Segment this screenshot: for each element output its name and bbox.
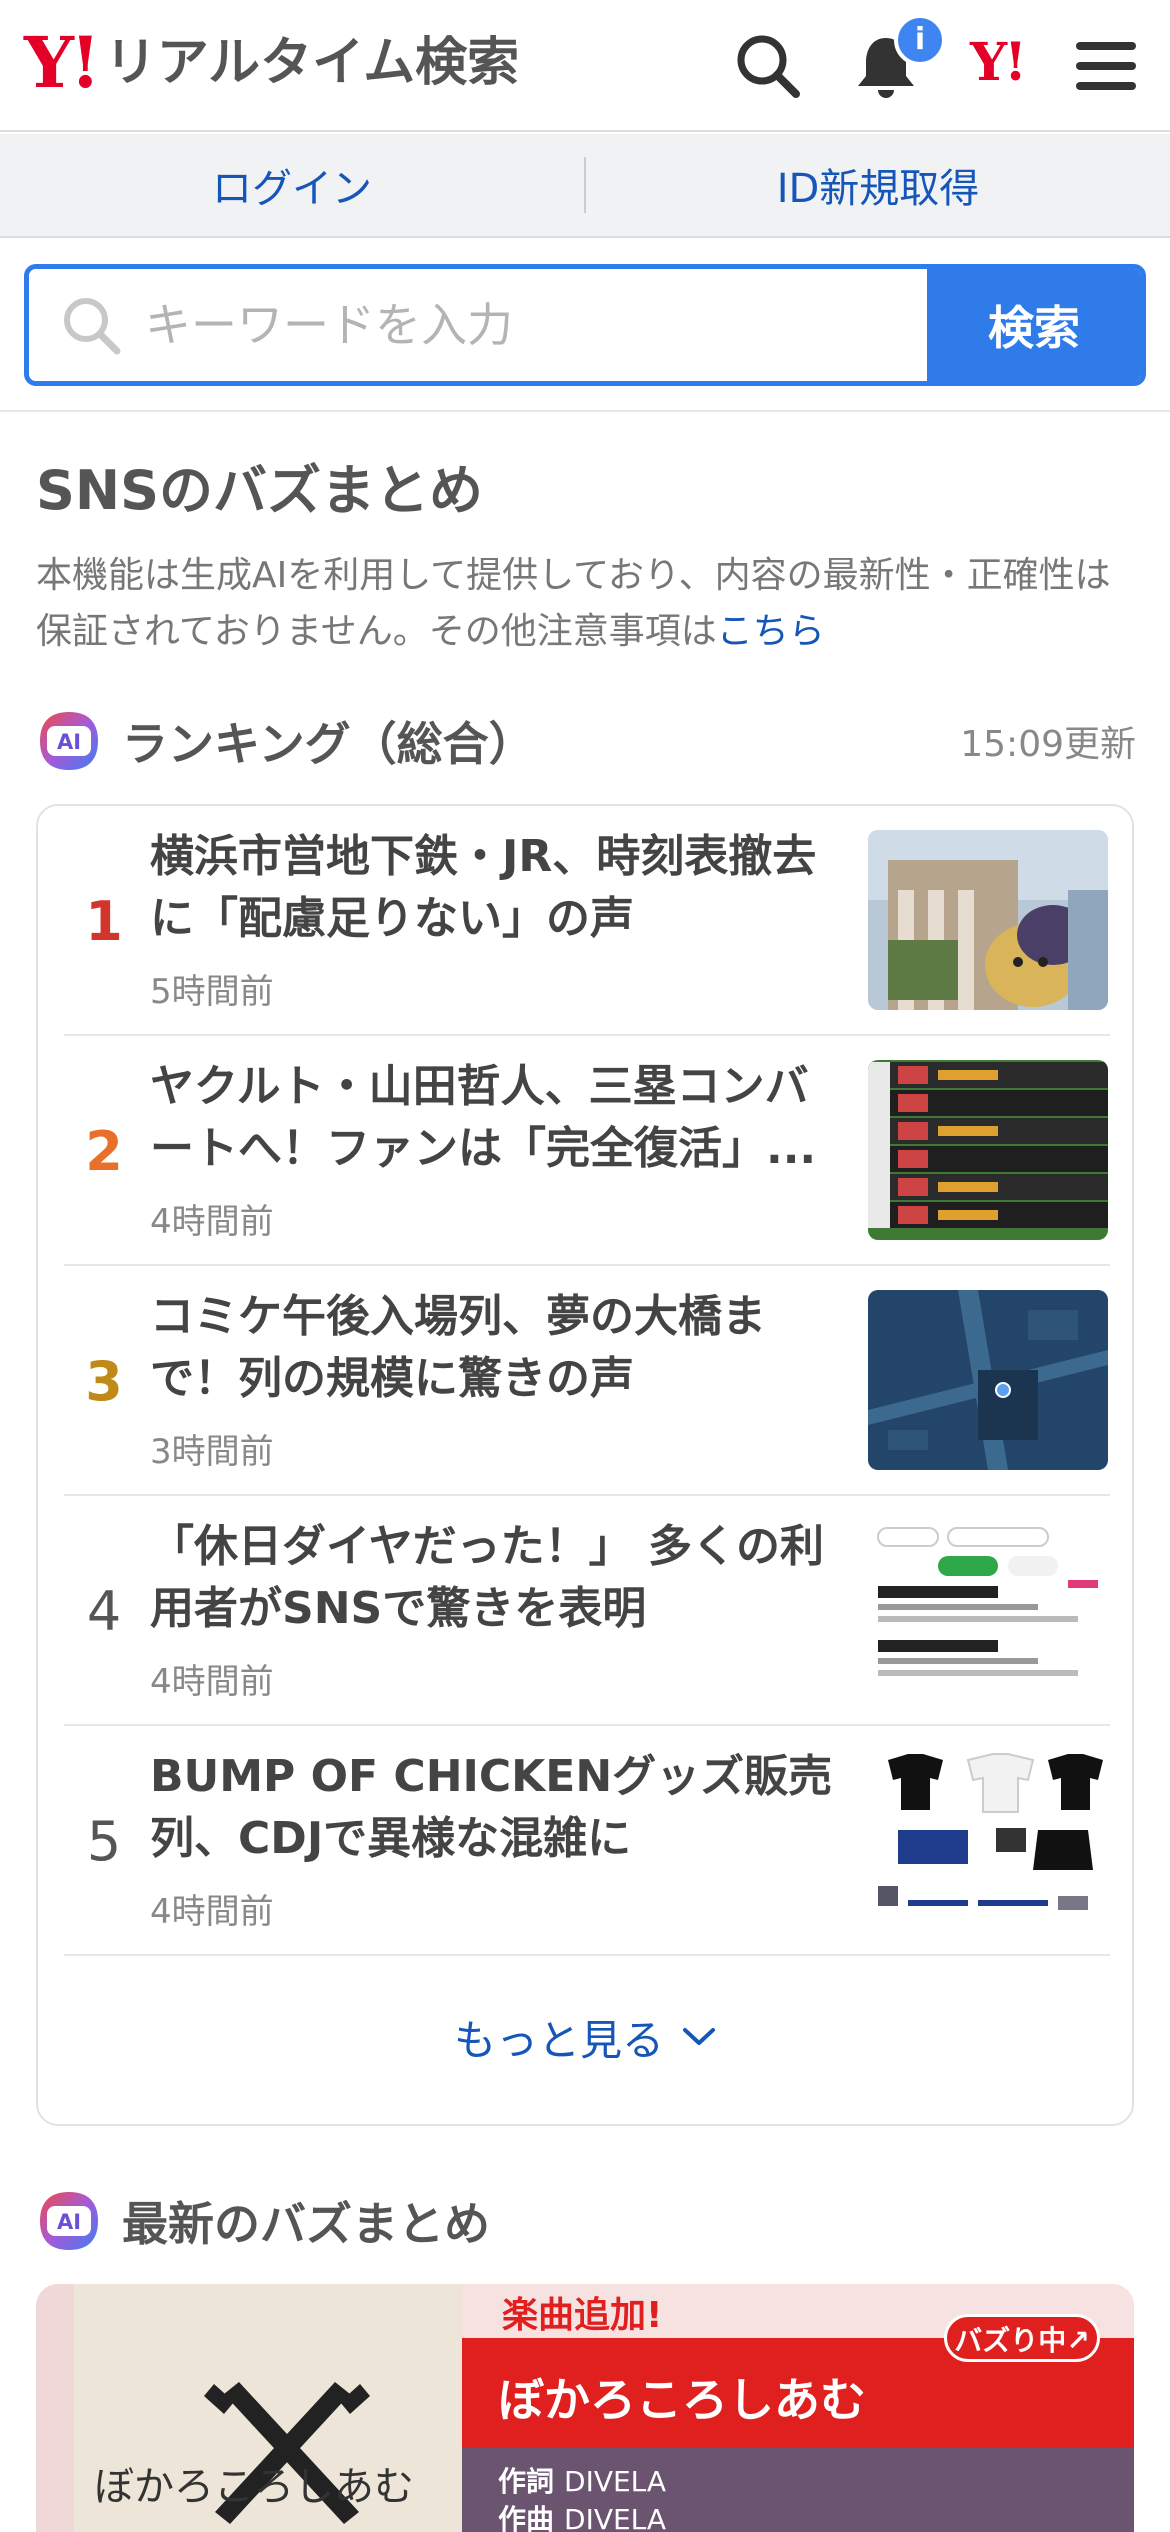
composer-label: 作曲 (498, 2503, 555, 2532)
hamburger-menu-icon[interactable] (1070, 30, 1142, 102)
register-link[interactable]: ID新規取得 (586, 156, 1170, 214)
ranking-thumbnail (868, 1750, 1108, 1930)
ai-icon: AI (40, 712, 98, 770)
ranking-thumbnail (868, 1290, 1108, 1470)
album-title-text: ぼかろころしあむ (94, 2464, 414, 2510)
updated-time: 15:09更新 (960, 724, 1136, 765)
ranking-item-title: BUMP OF CHICKENグッズ販売列、CDJで異様な混雑に (150, 1751, 833, 1864)
ranking-item-title: 横浜市営地下鉄・JR、時刻表撤去に「配慮足りない」の声 (150, 831, 817, 944)
ai-icon-label: AI (57, 2210, 81, 2234)
show-more-button[interactable]: もっと見る (38, 1982, 1132, 2092)
ranking-item-title: ヤクルト・山田哲人、三塁コンバートへ！ファンは「完全復活」... (150, 1061, 817, 1174)
ranking-card: 1 横浜市営地下鉄・JR、時刻表撤去に「配慮足りない」の声 5時間前 2 ヤクル… (36, 804, 1134, 2126)
login-link[interactable]: ログイン (0, 156, 584, 214)
composer-value: DIVELA (564, 2503, 667, 2532)
trending-badge: バズり中↗ (944, 2314, 1100, 2362)
yahoo-logo-mark: Y! (24, 21, 101, 104)
latest-buzz-banner[interactable]: ぼかろころしあむ 楽曲追加! ぼかろころしあむ バズり中↗ 作詞 DIVELA 作… (36, 2284, 1134, 2532)
search-icon[interactable] (732, 30, 804, 102)
search-input[interactable] (145, 298, 845, 352)
yahoo-japan-icon[interactable]: Y! (970, 32, 1027, 93)
lyricist-credit: 作詞 DIVELA (498, 2460, 666, 2500)
rank-number: 1 (85, 889, 123, 953)
ranking-item-time: 3時間前 (150, 1432, 274, 1472)
chevron-down-icon (683, 2028, 715, 2045)
ranking-item[interactable]: 4 「休日ダイヤだった！」 多くの利用者がSNSで驚きを表明 4時間前 (64, 1496, 1110, 1726)
ranking-title: ランキング（総合） (122, 717, 535, 771)
ai-notice: 本機能は生成AIを利用して提供しており、内容の最新性・正確性は保証されておりませ… (36, 548, 1136, 660)
ranking-item[interactable]: 3 コミケ午後入場列、夢の大橋まで！列の規模に驚きの声 3時間前 (64, 1266, 1110, 1496)
divider (0, 410, 1170, 412)
song-added-label: 楽曲追加! (502, 2295, 663, 2336)
notice-details-link[interactable]: こちら (717, 611, 825, 652)
ranking-item[interactable]: 5 BUMP OF CHICKENグッズ販売列、CDJで異様な混雑に 4時間前 (64, 1726, 1110, 1956)
lyricist-value: DIVELA (564, 2465, 667, 2498)
ranking-item-title: コミケ午後入場列、夢の大橋まで！列の規模に驚きの声 (150, 1291, 766, 1404)
ranking-item-time: 4時間前 (150, 1892, 274, 1932)
yahoo-realtime-logo[interactable]: Y! リアルタイム検索 (24, 28, 519, 98)
ranking-item[interactable]: 1 横浜市営地下鉄・JR、時刻表撤去に「配慮足りない」の声 5時間前 (64, 806, 1110, 1036)
search-form: 検索 (24, 264, 1146, 386)
ranking-item-time: 5時間前 (150, 972, 274, 1012)
rank-number: 4 (86, 1579, 122, 1643)
account-bar: ログイン ID新規取得 (0, 134, 1170, 238)
ranking-item[interactable]: 2 ヤクルト・山田哲人、三塁コンバートへ！ファンは「完全復活」... 4時間前 (64, 1036, 1110, 1266)
composer-credit: 作曲 DIVELA (498, 2498, 666, 2532)
ranking-thumbnail (868, 830, 1108, 1010)
song-title: ぼかろころしあむ (498, 2373, 866, 2427)
rank-number: 2 (85, 1119, 123, 1183)
search-button[interactable]: 検索 (927, 269, 1141, 381)
latest-buzz-title: 最新のバズまとめ (122, 2197, 490, 2251)
rank-number: 3 (85, 1349, 123, 1413)
rank-number: 5 (86, 1809, 122, 1873)
search-field[interactable] (29, 269, 927, 381)
lyricist-label: 作詞 (498, 2465, 555, 2498)
album-art: ぼかろころしあむ (74, 2284, 500, 2532)
ranking-header: AI ランキング（総合） 15:09更新 (36, 706, 1136, 776)
service-name: リアルタイム検索 (104, 33, 520, 93)
page-title: SNSのバズまとめ (36, 459, 483, 522)
ranking-item-title: 「休日ダイヤだった！」 多くの利用者がSNSで驚きを表明 (150, 1521, 824, 1634)
show-more-label: もっと見る (453, 2015, 664, 2065)
app-header: Y! リアルタイム検索 i Y! (0, 0, 1170, 132)
ai-icon: AI (40, 2192, 98, 2250)
ai-icon-label: AI (57, 730, 81, 754)
ranking-thumbnail (868, 1520, 1108, 1700)
ranking-item-time: 4時間前 (150, 1662, 274, 1702)
ranking-item-time: 4時間前 (150, 1202, 274, 1242)
latest-buzz-header: AI 最新のバズまとめ (36, 2186, 490, 2256)
ranking-thumbnail (868, 1060, 1108, 1240)
notification-badge: i (894, 14, 946, 66)
search-icon (64, 298, 121, 355)
ai-notice-text: 本機能は生成AIを利用して提供しており、内容の最新性・正確性は保証されておりませ… (36, 555, 1111, 652)
